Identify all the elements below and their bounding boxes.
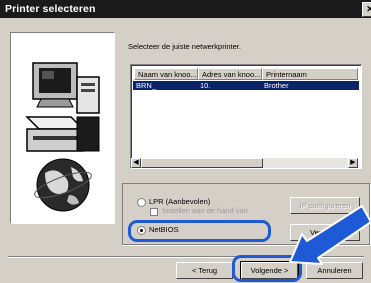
printer-select-dialog: Printer selecteren ✕ Selecteer de juiste… [0, 0, 371, 283]
pointer-arrow-icon [289, 205, 371, 265]
